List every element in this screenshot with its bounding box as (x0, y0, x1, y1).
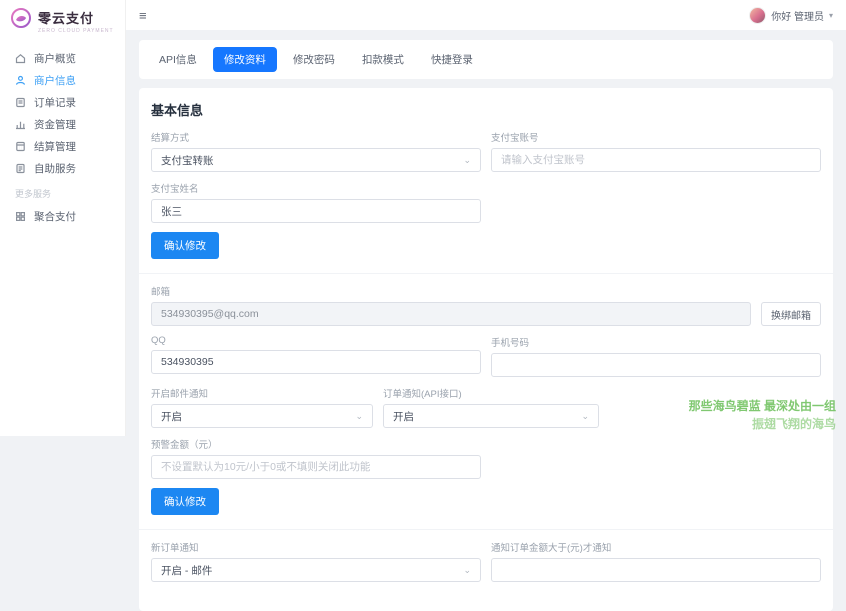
notify-threshold-label: 通知订单金额大于(元)才通知 (491, 540, 821, 554)
chevron-down-icon: ▾ (829, 11, 833, 20)
email-label: 邮箱 (151, 284, 821, 298)
phone-input[interactable] (491, 353, 821, 377)
settle-name-label: 支付宝姓名 (151, 181, 481, 195)
tab-api-info[interactable]: API信息 (148, 47, 208, 72)
sidebar-item-orders[interactable]: 订单记录 (0, 91, 125, 113)
chevron-down-icon: ⌄ (463, 565, 471, 576)
section-title: 基本信息 (151, 100, 821, 119)
sidebar-item-funds[interactable]: 资金管理 (0, 113, 125, 135)
warn-amount-label: 预警金额（元） (151, 437, 481, 451)
topbar: ≡ 你好 管理员 ▾ (126, 0, 846, 30)
new-order-notify-value: 开启 - 邮件 (161, 563, 212, 578)
sidebar-item-overview[interactable]: 商户概览 (0, 47, 125, 69)
tab-quick-login[interactable]: 快捷登录 (420, 47, 484, 72)
sidebar-item-label: 商户概览 (34, 51, 76, 66)
tab-edit-profile[interactable]: 修改资料 (213, 47, 277, 72)
email-notify-label: 开启邮件通知 (151, 386, 373, 400)
tab-change-password[interactable]: 修改密码 (282, 47, 346, 72)
avatar (749, 7, 766, 24)
phone-label: 手机号码 (491, 335, 821, 349)
app-title: 零云支付 (38, 8, 114, 27)
chevron-down-icon: ⌄ (463, 155, 471, 166)
sidebar-item-label: 资金管理 (34, 117, 76, 132)
basic-info-card: 基本信息 结算方式 支付宝转账 ⌄ 支付宝账号 支付宝姓名 确认修改 (139, 88, 833, 611)
chart-icon (15, 119, 26, 130)
sidebar-item-label: 结算管理 (34, 139, 76, 154)
main-area: ≡ 你好 管理员 ▾ API信息 修改资料 修改密码 扣款模式 快捷登录 基本信… (126, 0, 846, 436)
document-icon (15, 163, 26, 174)
sidebar-nav: 商户概览 商户信息 订单记录 资金管理 结算管理 (0, 39, 125, 227)
grid-icon (15, 211, 26, 222)
list-icon (15, 97, 26, 108)
sidebar-section-label: 更多服务 (0, 179, 125, 205)
settle-account-label: 支付宝账号 (491, 130, 821, 144)
user-icon (15, 75, 26, 86)
qq-input[interactable] (151, 350, 481, 374)
logo-icon (10, 7, 32, 34)
sidebar-item-label: 订单记录 (34, 95, 76, 110)
app-subtitle: ZERO CLOUD PAYMENT (38, 28, 114, 34)
api-notify-select[interactable]: 开启 ⌄ (383, 404, 599, 428)
notify-threshold-input[interactable] (491, 558, 821, 582)
api-notify-value: 开启 (393, 409, 414, 424)
app-logo[interactable]: 零云支付 ZERO CLOUD PAYMENT (0, 0, 125, 39)
settle-method-select[interactable]: 支付宝转账 ⌄ (151, 148, 481, 172)
email-notify-select[interactable]: 开启 ⌄ (151, 404, 373, 428)
menu-toggle-icon[interactable]: ≡ (139, 9, 147, 22)
divider (139, 529, 833, 530)
email-input (151, 302, 751, 326)
rebind-email-button[interactable]: 换绑邮箱 (761, 302, 821, 326)
user-menu[interactable]: 你好 管理员 ▾ (749, 7, 833, 24)
settle-account-input[interactable] (491, 148, 821, 172)
chevron-down-icon: ⌄ (581, 411, 589, 422)
home-icon (15, 53, 26, 64)
save-edit-button[interactable]: 确认修改 (151, 488, 219, 515)
qq-label: QQ (151, 335, 481, 346)
tab-deduction-mode[interactable]: 扣款模式 (351, 47, 415, 72)
warn-amount-input[interactable] (151, 455, 481, 479)
sidebar-item-merchant-info[interactable]: 商户信息 (0, 69, 125, 91)
calculator-icon (15, 141, 26, 152)
new-order-notify-select[interactable]: 开启 - 邮件 ⌄ (151, 558, 481, 582)
api-notify-label: 订单通知(API接口) (383, 386, 599, 400)
divider (139, 273, 833, 274)
sidebar-item-aggregate-pay[interactable]: 聚合支付 (0, 205, 125, 227)
sidebar-item-label: 聚合支付 (34, 209, 76, 224)
sidebar-item-label: 自助服务 (34, 161, 76, 176)
confirm-edit-button[interactable]: 确认修改 (151, 232, 219, 259)
sidebar-item-label: 商户信息 (34, 73, 76, 88)
settle-method-value: 支付宝转账 (161, 153, 214, 168)
sidebar: 零云支付 ZERO CLOUD PAYMENT 商户概览 商户信息 订单记录 (0, 0, 126, 436)
settle-method-label: 结算方式 (151, 130, 481, 144)
new-order-notify-label: 新订单通知 (151, 540, 481, 554)
sidebar-item-settlement[interactable]: 结算管理 (0, 135, 125, 157)
chevron-down-icon: ⌄ (355, 411, 363, 422)
email-notify-value: 开启 (161, 409, 182, 424)
sidebar-item-selfservice[interactable]: 自助服务 (0, 157, 125, 179)
tab-bar: API信息 修改资料 修改密码 扣款模式 快捷登录 (139, 40, 833, 79)
user-greeting: 你好 管理员 (771, 8, 824, 23)
settle-name-input[interactable] (151, 199, 481, 223)
